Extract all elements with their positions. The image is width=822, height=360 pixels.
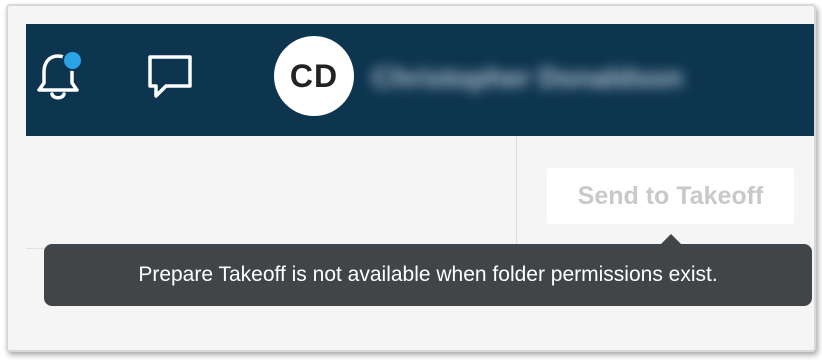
messages-button[interactable] [144, 52, 196, 102]
notification-badge [62, 50, 83, 71]
avatar-initials: CD [289, 57, 339, 94]
column-divider [516, 136, 517, 246]
user-avatar[interactable]: CD [274, 36, 354, 116]
notifications-button[interactable] [34, 50, 83, 102]
top-navigation-bar: CD Christopher Donaldson [26, 24, 814, 136]
tooltip: Prepare Takeoff is not available when fo… [44, 244, 812, 306]
user-name[interactable]: Christopher Donaldson [372, 62, 792, 96]
content-area: Send to Takeoff Prepare Takeoff is not a… [26, 136, 814, 350]
chat-bubble-icon [148, 55, 192, 98]
tooltip-text: Prepare Takeoff is not available when fo… [138, 263, 718, 286]
send-to-takeoff-button[interactable]: Send to Takeoff [547, 168, 794, 224]
app-window: CD Christopher Donaldson Send to Takeoff… [6, 4, 816, 352]
